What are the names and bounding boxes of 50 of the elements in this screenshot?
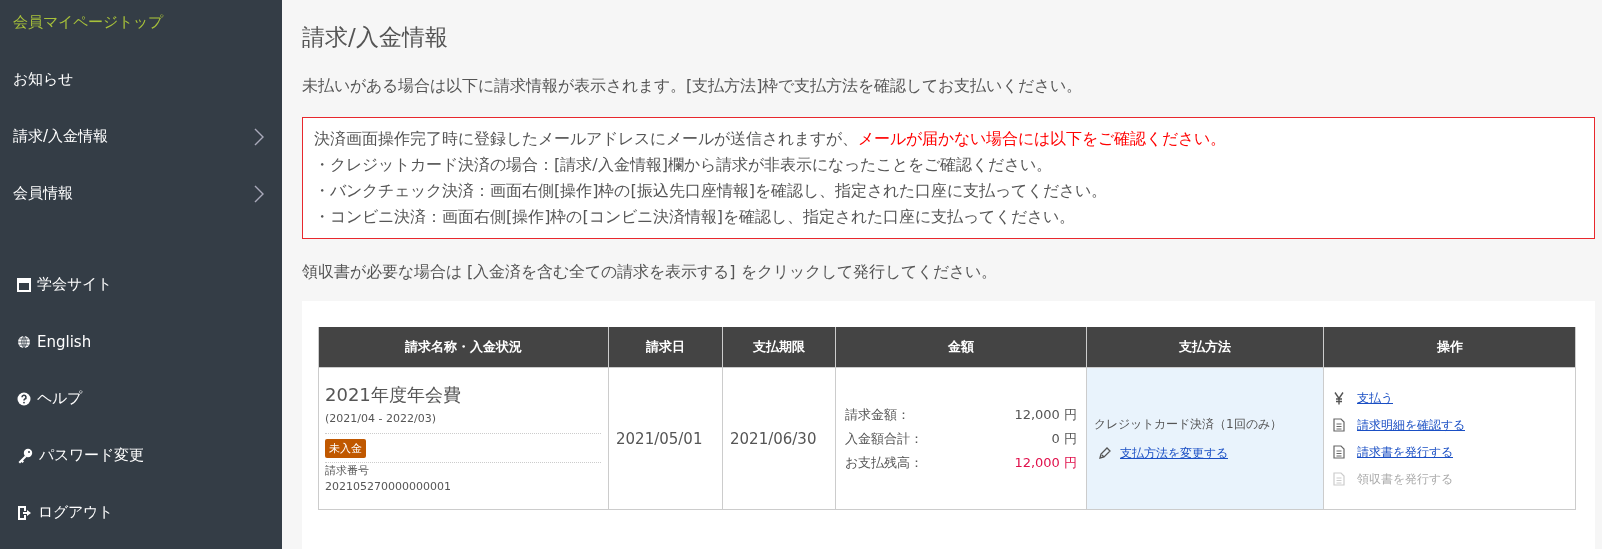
yen-icon: [1333, 391, 1345, 405]
invoice-number-label: 請求番号: [325, 463, 370, 479]
sidebar-link[interactable]: パスワード変更: [0, 427, 282, 484]
notice-text: 決済画面操作完了時に登録したメールアドレスにメールが送信されますが、メールが届かない場合には以下をご確認ください。: [314, 128, 1227, 150]
column-header: 請求日: [608, 327, 723, 368]
amount-label: 入金額合計：: [845, 429, 923, 448]
column-header: 支払方法: [1086, 327, 1324, 368]
action-link[interactable]: 請求書を発行する: [1357, 438, 1453, 466]
column-header: 金額: [835, 327, 1087, 368]
column-header: 操作: [1323, 327, 1576, 368]
logout-icon: [17, 504, 32, 521]
receipt-note: 領収書が必要な場合は [入金済を含む全ての請求を表示する] をクリックして発行してください。: [302, 261, 998, 283]
document-icon: [1333, 418, 1345, 432]
sidebar-link[interactable]: ログアウト: [0, 484, 282, 541]
invoice-name: 2021年度年会費: [325, 383, 462, 407]
action-link[interactable]: 支払う: [1357, 384, 1393, 412]
sidebar-item[interactable]: 会員情報: [0, 165, 282, 222]
intro-text: 未払いがある場合は以下に請求情報が表示されます。[支払方法]枠で支払方法を確認してお支払いください。: [302, 75, 1084, 97]
amount-label: 請求金額：: [845, 405, 910, 424]
status-badge: 未入金: [325, 439, 366, 458]
sidebar-item[interactable]: お知らせ: [0, 51, 282, 108]
column-header: 請求名称・入金状況: [318, 327, 609, 368]
document-icon: [1333, 445, 1345, 459]
sidebar-item[interactable]: 請求/入金情報: [0, 108, 282, 165]
notice-text: ・クレジットカード決済の場合：[請求/入金情報]欄から請求が非表示になったことをご確認ください。: [314, 154, 1053, 176]
page-title: 請求/入金情報: [302, 23, 449, 52]
amount-value: 0 円: [1051, 429, 1077, 448]
window-icon: [17, 277, 31, 292]
pencil-icon: [1098, 446, 1112, 460]
notice-text: ・バンクチェック決済：画面右側[操作]枠の[振込先口座情報]を確認し、指定された口座に支払ってください。: [314, 180, 1108, 202]
sidebar-link[interactable]: English: [0, 313, 282, 370]
due-date: 2021/06/30: [730, 429, 817, 448]
action-link[interactable]: 請求明細を確認する: [1357, 411, 1465, 439]
amount-value: 12,000 円: [1014, 453, 1077, 472]
notice-text: ・コンビニ決済：画面右側[操作]枠の[コンビニ決済情報]を確認し、指定された口座に支払ってください。: [314, 206, 1076, 228]
sidebar-link[interactable]: 学会サイト: [0, 256, 282, 313]
document-icon: [1333, 472, 1345, 486]
key-icon: [17, 447, 33, 464]
invoice-number: 202105270000000001: [325, 479, 452, 495]
amount-value: 12,000 円: [1014, 405, 1077, 424]
payment-method: クレジットカード決済（1回のみ）: [1094, 415, 1283, 433]
column-header: 支払期限: [722, 327, 836, 368]
help-icon: [17, 391, 31, 406]
sidebar-item[interactable]: 会員マイページトップ: [0, 0, 282, 51]
sidebar-link[interactable]: ヘルプ: [0, 370, 282, 427]
globe-icon: [17, 334, 31, 349]
billing-date: 2021/05/01: [616, 429, 703, 448]
amount-label: お支払残高：: [845, 453, 923, 472]
invoice-period: (2021/04 - 2022/03): [325, 408, 601, 434]
change-method-link[interactable]: 支払方法を変更する: [1120, 444, 1228, 462]
